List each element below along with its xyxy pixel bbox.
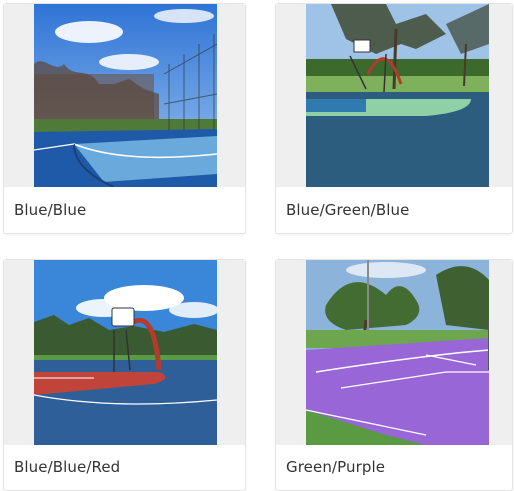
card-image-area	[276, 260, 512, 445]
card-label: Green/Purple	[286, 458, 386, 476]
court-option-card-blue-blue-red[interactable]: Blue/Blue/Red	[3, 259, 246, 491]
court-photo-green-purple[interactable]	[306, 260, 489, 445]
court-photo-blue-green-blue[interactable]	[306, 4, 489, 187]
court-color-grid: Blue/Blue Blue/Green/Blue Blue/Blue/Red …	[0, 0, 514, 491]
court-photo-blue-blue-red[interactable]	[34, 260, 217, 445]
card-label: Blue/Blue/Red	[14, 458, 121, 476]
card-image-area	[4, 260, 245, 445]
court-option-card-green-purple[interactable]: Green/Purple	[275, 259, 513, 491]
court-option-card-blue-green-blue[interactable]: Blue/Green/Blue	[275, 3, 513, 234]
court-photo-blue-blue[interactable]	[34, 4, 217, 187]
card-image-area	[276, 4, 512, 187]
card-label: Blue/Blue	[14, 201, 87, 219]
card-label: Blue/Green/Blue	[286, 201, 410, 219]
card-image-area	[4, 4, 245, 187]
court-option-card-blue-blue[interactable]: Blue/Blue	[3, 3, 246, 234]
